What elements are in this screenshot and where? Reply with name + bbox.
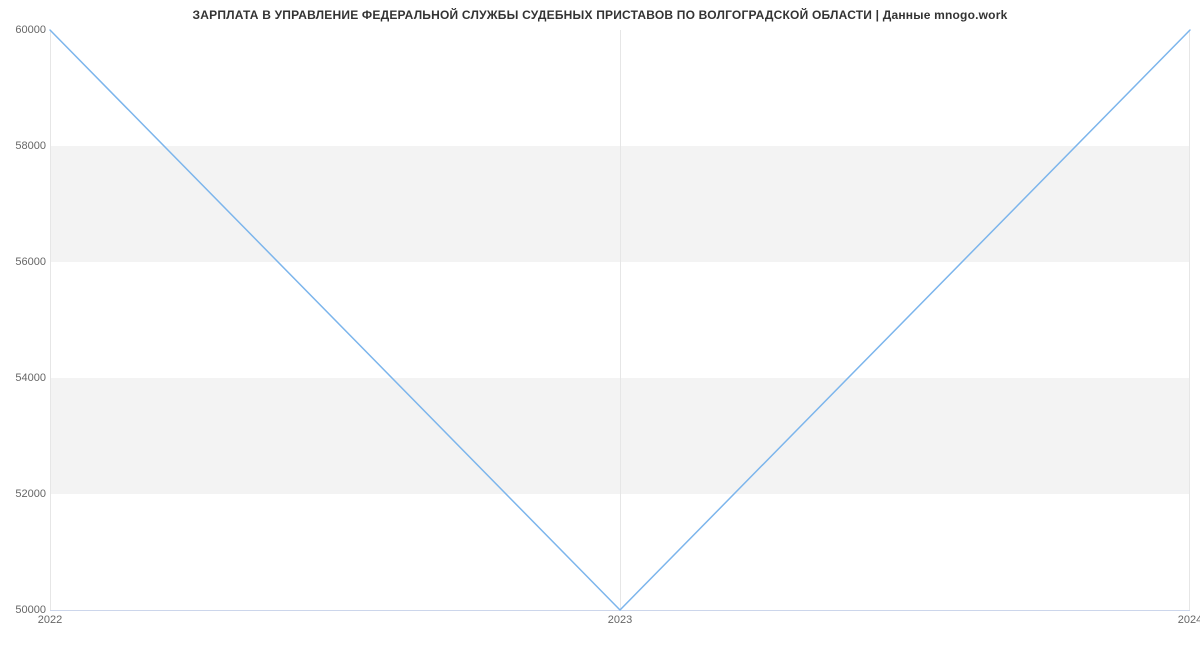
y-tick-label: 60000 xyxy=(0,24,46,36)
x-tick-label: 2024 xyxy=(1178,614,1200,626)
salary-line-chart: ЗАРПЛАТА В УПРАВЛЕНИЕ ФЕДЕРАЛЬНОЙ СЛУЖБЫ… xyxy=(0,0,1200,650)
y-tick-label: 58000 xyxy=(0,140,46,152)
chart-title: ЗАРПЛАТА В УПРАВЛЕНИЕ ФЕДЕРАЛЬНОЙ СЛУЖБЫ… xyxy=(0,8,1200,22)
y-tick-label: 56000 xyxy=(0,256,46,268)
x-tick-label: 2023 xyxy=(608,614,632,626)
y-tick-label: 52000 xyxy=(0,488,46,500)
data-series xyxy=(50,30,1190,610)
series-polyline xyxy=(50,30,1190,610)
x-tick-label: 2022 xyxy=(38,614,62,626)
plot-area xyxy=(50,30,1190,610)
y-tick-label: 54000 xyxy=(0,372,46,384)
